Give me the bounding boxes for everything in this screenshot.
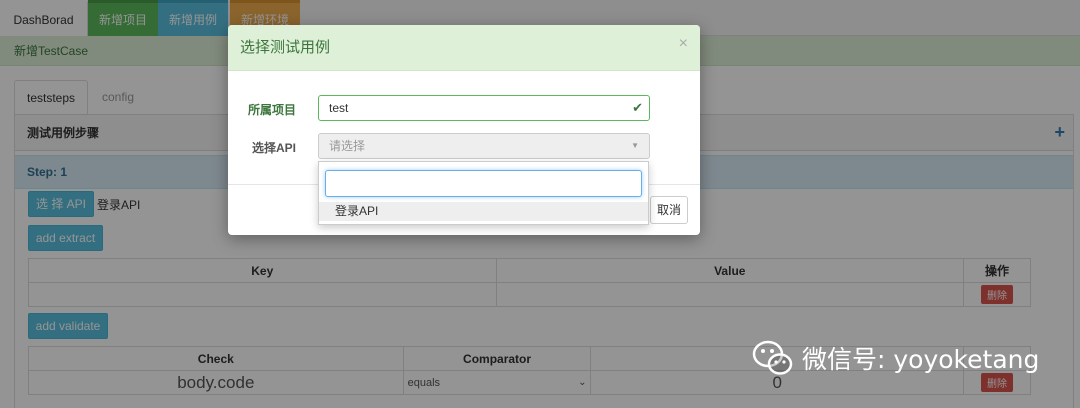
caret-down-icon: ▼ [631, 141, 639, 150]
api-label: 选择API [251, 141, 296, 155]
check-icon: ✔ [632, 100, 643, 115]
dropdown-option[interactable]: 登录API [319, 202, 648, 221]
dropdown-search-input[interactable] [325, 170, 642, 197]
watermark-text: 微信号: yoyoketang [802, 345, 1040, 374]
api-dropdown: 登录API [318, 161, 649, 225]
wechat-icon [752, 338, 794, 378]
project-input[interactable]: test ✔ [318, 95, 650, 121]
api-select[interactable]: 请选择 ▼ [318, 133, 650, 159]
modal-title: 选择测试用例 [240, 39, 331, 56]
project-value: test [329, 101, 349, 115]
modal-header: 选择测试用例 × [228, 25, 700, 71]
watermark: 微信号: yoyoketang [752, 338, 1039, 378]
close-icon[interactable]: × [679, 25, 688, 63]
cancel-button[interactable]: 取消 [650, 196, 688, 224]
api-placeholder: 请选择 [329, 139, 366, 153]
project-label: 所属项目 [247, 103, 296, 117]
